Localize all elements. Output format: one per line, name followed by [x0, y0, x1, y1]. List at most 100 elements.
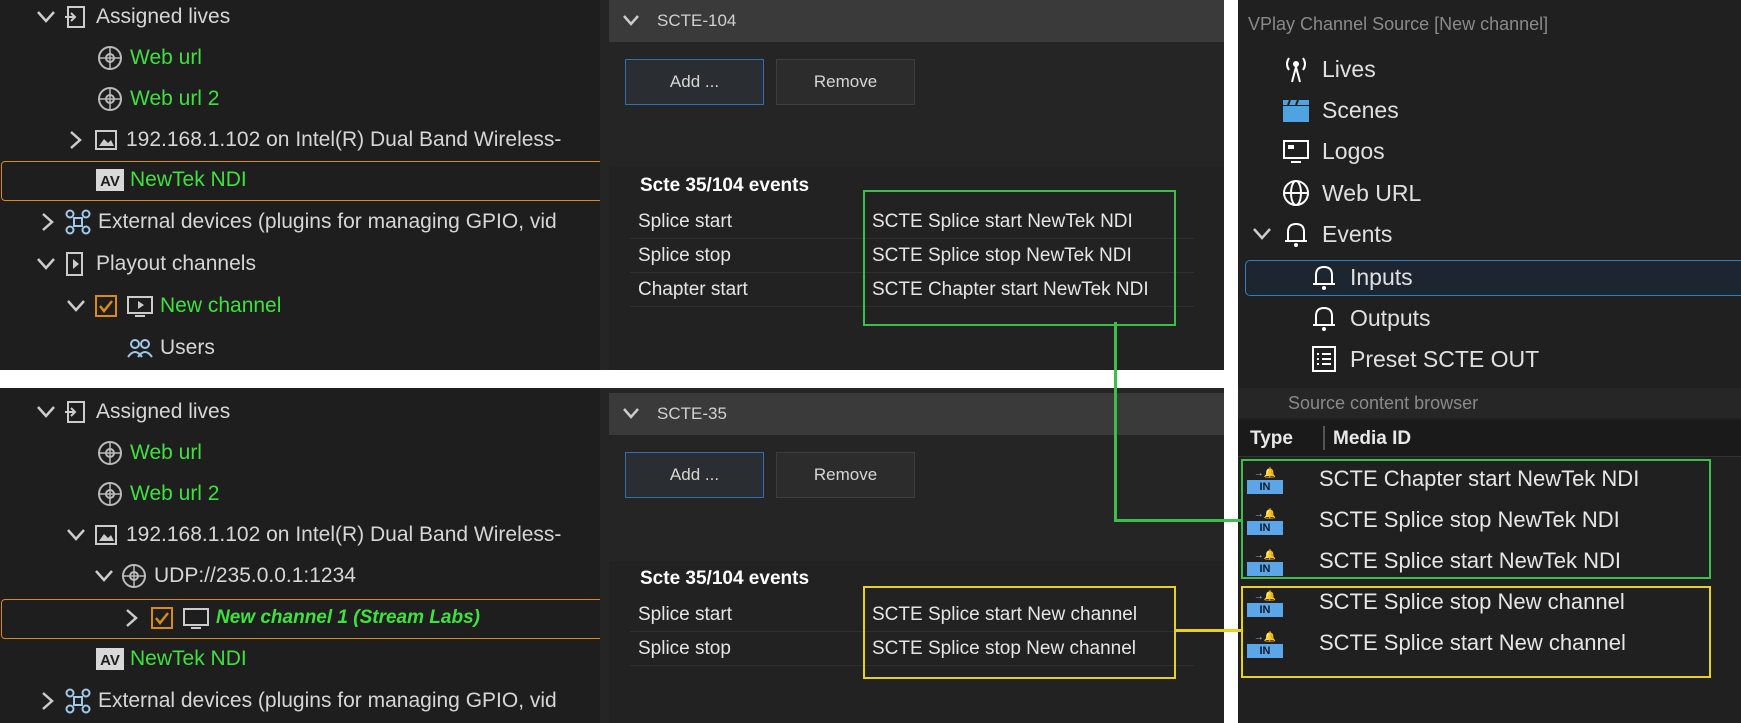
tree-item-external-devices[interactable]: External devices (plugins for managing G… — [36, 686, 557, 716]
monitor-icon — [182, 604, 210, 632]
browser-title: Source content browser — [1288, 393, 1479, 413]
source-item-label: Web URL — [1322, 179, 1422, 206]
globe-icon — [1282, 179, 1310, 207]
chevron-down-icon[interactable] — [92, 564, 116, 588]
chevron-right-icon[interactable] — [36, 689, 60, 713]
event-name: Splice start — [638, 210, 732, 232]
highlight-box-green — [1241, 459, 1711, 579]
remove-button[interactable]: Remove — [776, 452, 915, 498]
tree-item-users[interactable]: Users — [126, 333, 215, 363]
assign-icon — [62, 3, 90, 31]
chevron-right-icon[interactable] — [120, 606, 144, 630]
tree-label: External devices (plugins for managing G… — [98, 210, 557, 233]
tree-label: Users — [160, 336, 215, 359]
image-source-icon — [92, 521, 120, 549]
col-divider — [1323, 426, 1325, 450]
checkbox-icon[interactable] — [92, 292, 120, 320]
broadcast-icon — [1282, 55, 1310, 83]
source-item-inputs[interactable]: Inputs — [1310, 260, 1413, 294]
connector-line-green — [1114, 322, 1117, 521]
av-icon: AV — [96, 645, 124, 673]
scte35-header[interactable]: SCTE-35 — [609, 393, 1224, 435]
source-item-label: Lives — [1322, 55, 1376, 82]
chevron-down-icon[interactable] — [34, 5, 58, 29]
clapperboard-icon — [1282, 96, 1310, 124]
tree-item-newtek-ndi[interactable]: AV NewTek NDI — [96, 165, 247, 195]
tree-item-network-source[interactable]: 192.168.1.102 on Intel(R) Dual Band Wire… — [64, 125, 561, 155]
tree-item-web-url[interactable]: Web url — [96, 438, 202, 468]
connector-line-yellow — [1175, 629, 1243, 632]
globe-icon — [96, 85, 124, 113]
col-type[interactable]: Type — [1250, 428, 1293, 450]
source-item-label: Logos — [1322, 137, 1385, 164]
tree-label: Web url 2 — [130, 482, 220, 505]
chevron-down-icon[interactable] — [64, 294, 88, 318]
source-item-web-url[interactable]: Web URL — [1282, 176, 1421, 210]
users-icon — [126, 334, 154, 362]
source-item-preset[interactable]: Preset SCTE OUT — [1310, 342, 1539, 376]
event-name: Chapter start — [638, 278, 748, 300]
globe-icon — [96, 480, 124, 508]
chevron-right-icon[interactable] — [36, 210, 60, 234]
source-title: VPlay Channel Source [New channel] — [1248, 14, 1549, 34]
chevron-right-icon[interactable] — [64, 128, 88, 152]
tree-item-network-source[interactable]: 192.168.1.102 on Intel(R) Dual Band Wire… — [64, 520, 561, 550]
chevron-down-icon[interactable] — [34, 400, 58, 424]
chevron-down-icon[interactable] — [1250, 222, 1274, 246]
col-media-id[interactable]: Media ID — [1333, 428, 1411, 450]
source-item-scenes[interactable]: Scenes — [1282, 93, 1399, 127]
tree-item-web-url-2[interactable]: Web url 2 — [96, 84, 220, 114]
events-title: Scte 35/104 events — [640, 568, 810, 589]
scte104-header[interactable]: SCTE-104 — [609, 0, 1224, 42]
globe-icon — [120, 562, 148, 590]
events-title: Scte 35/104 events — [640, 175, 810, 196]
assign-icon — [62, 398, 90, 426]
source-item-logos[interactable]: Logos — [1282, 134, 1385, 168]
bottom-tree-panel: Assigned lives Web url Web url 2 192.168… — [0, 388, 600, 723]
tree-label: NewTek NDI — [130, 168, 247, 191]
tree-label: New channel 1 (Stream Labs) — [216, 607, 480, 628]
event-name: Splice stop — [638, 244, 731, 266]
chevron-down-icon[interactable] — [34, 252, 58, 276]
top-tree-panel: Assigned lives Web url Web url 2 192.168… — [0, 0, 600, 370]
source-item-outputs[interactable]: Outputs — [1310, 301, 1431, 335]
highlight-box-yellow — [1241, 586, 1711, 678]
chevron-down-icon[interactable] — [619, 402, 643, 426]
highlight-box-yellow — [863, 586, 1176, 679]
tree-item-udp-source[interactable]: UDP://235.0.0.1:1234 — [92, 561, 356, 591]
tree-label: Web url 2 — [130, 87, 220, 110]
selection-outline — [1, 161, 600, 201]
bell-icon — [1282, 220, 1310, 248]
section-title: SCTE-35 — [657, 404, 727, 423]
tree-item-external-devices[interactable]: External devices (plugins for managing G… — [36, 207, 557, 237]
tree-item-playout-channels[interactable]: Playout channels — [34, 249, 256, 279]
svg-text:AV: AV — [100, 173, 120, 190]
source-item-events[interactable]: Events — [1250, 217, 1392, 251]
remove-button[interactable]: Remove — [776, 59, 915, 105]
tree-label: 192.168.1.102 on Intel(R) Dual Band Wire… — [126, 523, 562, 546]
tree-item-new-channel[interactable]: New channel — [64, 291, 281, 321]
add-button[interactable]: Add ... — [625, 59, 764, 105]
playout-icon — [62, 250, 90, 278]
source-item-label: Outputs — [1350, 304, 1431, 331]
checkbox-icon[interactable] — [148, 604, 176, 632]
source-item-label: Events — [1322, 220, 1393, 247]
connector-line-green — [1114, 519, 1243, 522]
chevron-down-icon[interactable] — [619, 9, 643, 33]
source-item-lives[interactable]: Lives — [1282, 52, 1376, 86]
tree-item-new-channel-1[interactable]: New channel 1 (Stream Labs) — [120, 603, 480, 633]
bell-icon — [1310, 304, 1338, 332]
tree-item-assigned-lives[interactable]: Assigned lives — [34, 2, 230, 32]
tree-item-web-url[interactable]: Web url — [96, 43, 202, 73]
tree-label: Assigned lives — [96, 400, 231, 423]
tree-item-assigned-lives[interactable]: Assigned lives — [34, 397, 230, 427]
tree-item-newtek-ndi[interactable]: AV NewTek NDI — [96, 644, 247, 674]
devices-icon — [64, 208, 92, 236]
chevron-down-icon[interactable] — [64, 523, 88, 547]
source-item-label: Preset SCTE OUT — [1350, 345, 1540, 372]
tree-item-web-url-2[interactable]: Web url 2 — [96, 479, 220, 509]
add-button[interactable]: Add ... — [625, 452, 764, 498]
tree-label: UDP://235.0.0.1:1234 — [154, 564, 356, 587]
bell-icon — [1310, 263, 1338, 291]
tree-label: Assigned lives — [96, 5, 231, 28]
